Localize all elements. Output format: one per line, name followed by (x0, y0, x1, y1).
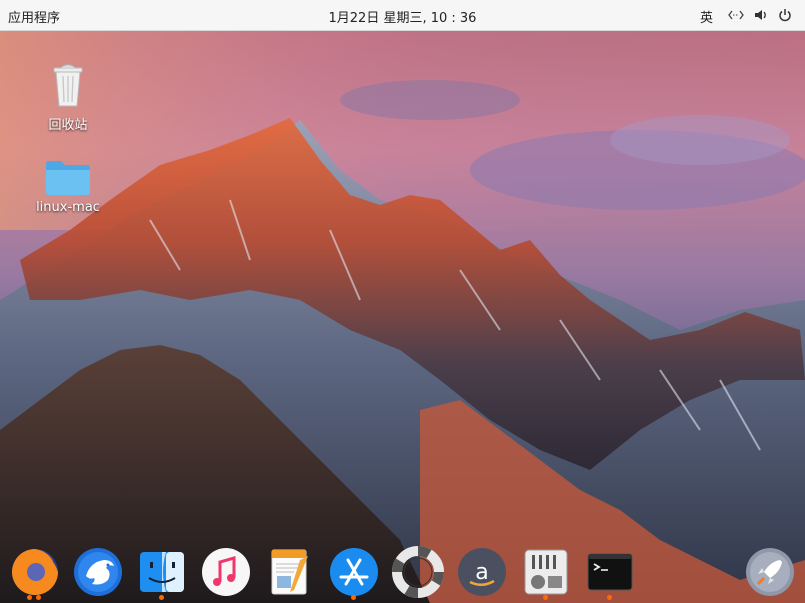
input-method-indicator[interactable]: 英 (700, 7, 713, 26)
eagle-icon (72, 546, 124, 598)
desktop-icon-label: linux-mac (36, 200, 100, 215)
dock-item-firefox[interactable] (9, 546, 61, 600)
desktop-icon-folder[interactable]: linux-mac (28, 158, 108, 215)
pages-icon (264, 546, 316, 598)
clock[interactable]: 1月22日 星期三, 10 : 36 (0, 7, 805, 26)
running-indicator (27, 595, 32, 600)
network-icon[interactable] (727, 6, 745, 24)
dock-item-launchpad[interactable] (744, 546, 796, 598)
firefox-icon (9, 546, 61, 598)
amazon-icon: a (456, 546, 508, 598)
dock-item-pages[interactable] (264, 546, 316, 598)
dock-item-amazon[interactable]: a (456, 546, 508, 598)
dock-item-eagle[interactable] (72, 546, 124, 598)
power-icon[interactable] (776, 6, 794, 24)
trash-icon (28, 62, 108, 110)
dock-item-music[interactable] (200, 546, 252, 598)
dock-item-help[interactable] (392, 546, 444, 598)
folder-icon (28, 158, 108, 196)
app-store-icon (328, 546, 380, 598)
desktop-wallpaper (0, 0, 805, 603)
finder-icon (136, 546, 188, 598)
lifebuoy-icon (392, 546, 444, 598)
running-indicator (607, 595, 612, 600)
top-panel: 应用程序 1月22日 星期三, 10 : 36 英 (0, 0, 805, 31)
dock-item-terminal[interactable] (584, 546, 636, 600)
dock: a (0, 540, 805, 603)
running-indicator (543, 595, 548, 600)
terminal-icon (584, 546, 636, 598)
dock-item-finder[interactable] (136, 546, 188, 600)
applications-menu[interactable]: 应用程序 (8, 7, 60, 26)
mixer-icon (520, 546, 572, 598)
dock-item-app-store[interactable] (328, 546, 380, 600)
running-indicator (159, 595, 164, 600)
dock-item-mixer[interactable] (520, 546, 572, 600)
volume-icon[interactable] (752, 6, 770, 24)
svg-text:a: a (475, 560, 488, 585)
rocket-icon (744, 546, 796, 598)
running-indicator (351, 595, 356, 600)
running-indicator (36, 595, 41, 600)
desktop-icon-trash[interactable]: 回收站 (28, 62, 108, 133)
desktop-icon-label: 回收站 (48, 118, 88, 133)
music-icon (200, 546, 252, 598)
